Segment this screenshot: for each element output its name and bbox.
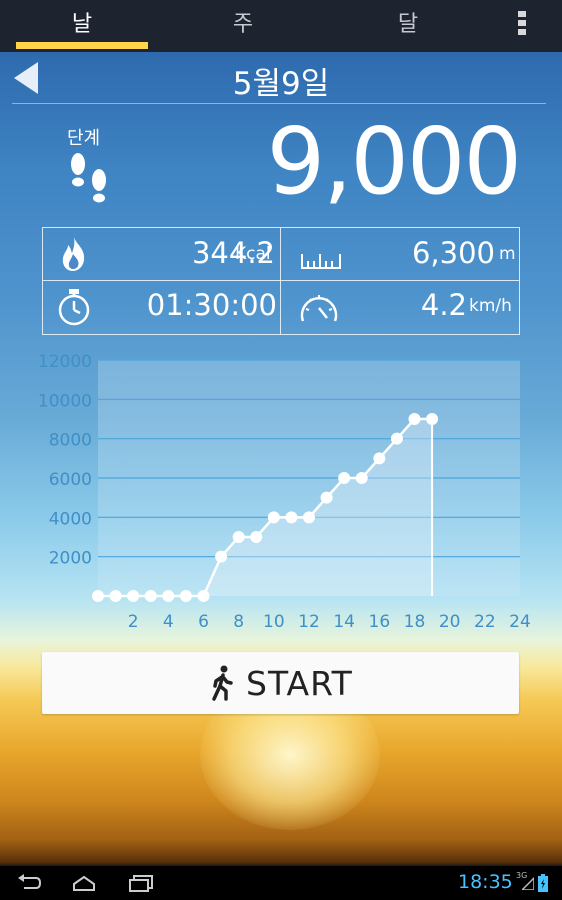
active-tab-indicator (16, 42, 148, 49)
chart-x-tick: 4 (163, 612, 174, 632)
chart-x-tick: 20 (439, 612, 461, 632)
start-button[interactable]: START (42, 652, 519, 714)
chart-x-tick: 24 (509, 612, 531, 632)
speed-unit: km/h (469, 296, 512, 316)
chart-point (355, 472, 368, 484)
tab-day[interactable]: 날 (42, 6, 122, 38)
period-tab-bar: 날 주 달 (0, 0, 562, 52)
chart-y-tick-labels: 2000 4000 6000 8000 10000 12000 (38, 352, 92, 569)
chart-y-tick: 2000 (49, 549, 92, 569)
footprints-icon (71, 153, 106, 203)
flame-icon (62, 237, 85, 271)
chart-point (92, 590, 104, 602)
chart-x-tick: 18 (404, 612, 426, 632)
chart-point (373, 452, 386, 465)
chart-x-tick: 10 (263, 612, 285, 632)
chart-x-tick: 16 (369, 612, 391, 632)
chart-point (162, 590, 175, 602)
chart-point (267, 511, 280, 524)
chart-point (338, 472, 351, 484)
chart-point (144, 590, 157, 602)
chart-x-tick: 22 (474, 612, 496, 632)
recent-apps-icon[interactable] (128, 874, 154, 892)
hourly-steps-chart: 20004000600080001000012000 2 4 6 8 10 12 14 16 1… (38, 352, 531, 632)
home-icon[interactable] (70, 874, 98, 892)
system-navigation-bar: 18:35 3G (0, 866, 562, 900)
status-clock: 18:35 (458, 871, 513, 893)
tab-week[interactable]: 주 (203, 6, 283, 38)
header-divider (12, 103, 546, 104)
chart-x-tick: 12 (298, 612, 320, 632)
ruler-icon (301, 254, 341, 269)
calories-unit: Kcal (235, 244, 271, 264)
chart-x-tick: 8 (233, 612, 244, 632)
chart-x-tick: 6 (198, 612, 209, 632)
chart-point (232, 531, 245, 543)
chart-point (320, 491, 333, 504)
steps-label: 단계 (67, 128, 101, 149)
stopwatch-icon (58, 289, 90, 326)
chart-point (285, 511, 298, 524)
start-button-label: START (246, 664, 353, 703)
signal-icon (522, 876, 534, 890)
step-count: 9,000 (266, 108, 522, 215)
tab-month[interactable]: 달 (368, 6, 448, 38)
chart-y-tick: 10000 (38, 391, 92, 411)
chart-point (197, 590, 210, 602)
chart-point (390, 432, 403, 445)
chart-point (303, 511, 315, 524)
chart-y-tick: 4000 (49, 509, 92, 529)
chart-x-tick-labels: 2 4 6 8 10 12 14 16 18 20 22 24 (128, 612, 531, 632)
chart-point (127, 590, 140, 602)
chart-point (408, 413, 421, 425)
battery-icon (538, 874, 548, 892)
back-arrow-icon[interactable] (14, 62, 38, 94)
chart-point (250, 531, 263, 543)
duration-value: 01:30:00 (146, 288, 277, 322)
back-icon[interactable] (16, 874, 42, 892)
stats-panel: 344.2 Kcal 6,300 m 01:30:00 4.2 km/h (42, 227, 520, 335)
walking-person-icon (212, 665, 233, 701)
chart-point (179, 590, 192, 602)
overflow-menu-icon[interactable] (516, 11, 528, 39)
chart-point (215, 550, 228, 563)
speedometer-icon (300, 295, 338, 322)
chart-point (109, 590, 122, 602)
chart-point (426, 413, 439, 425)
date-title: 5월9일 (232, 66, 330, 102)
chart-y-tick: 6000 (49, 470, 92, 490)
speed-value: 4.2 (420, 288, 467, 322)
chart-x-tick: 14 (333, 612, 355, 632)
distance-value: 6,300 (411, 236, 495, 270)
chart-x-tick: 2 (128, 612, 139, 632)
distance-unit: m (499, 244, 516, 264)
chart-y-tick: 12000 (38, 352, 92, 372)
chart-y-tick: 8000 (49, 431, 92, 451)
